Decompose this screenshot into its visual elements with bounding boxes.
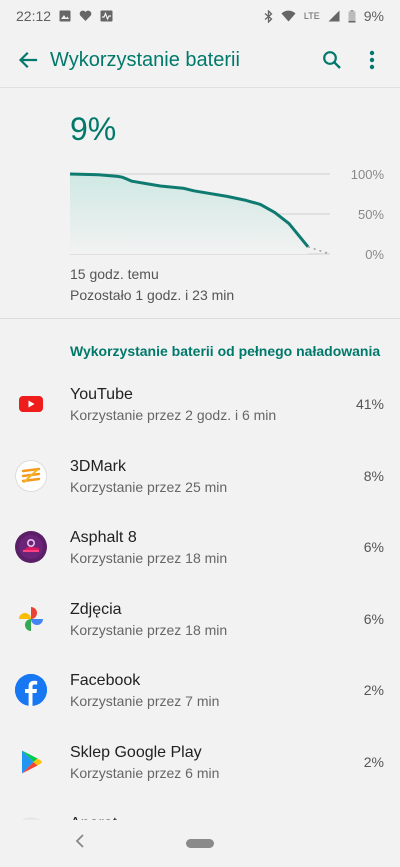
bluetooth-icon [264,9,273,23]
list-item-asphalt[interactable]: Asphalt 8 Korzystanie przez 18 min 6% [0,511,400,583]
gallery-notification-icon [59,10,71,22]
remaining-time-label: Pozostało 1 godz. i 23 min [70,287,235,303]
app-usage-time: Korzystanie przez 18 min [70,621,228,638]
nav-back-icon[interactable] [74,832,86,855]
app-usage-percent: 2% [363,682,384,698]
chart-y-tick-label: 50% [358,207,384,222]
battery-percentage: 9% [70,111,117,147]
section-divider [0,318,400,319]
app-name: Zdjęcia [70,600,122,618]
battery-usage-chart: 100% 50% 0% [69,167,385,262]
section-header: Wykorzystanie baterii od pełnego naładow… [70,343,381,359]
more-vert-icon[interactable] [356,44,388,76]
asphalt-icon [15,531,47,563]
app-usage-time: Korzystanie przez 18 min [70,550,228,566]
app-usage-time: Korzystanie przez 25 min [70,478,228,495]
cell-signal-icon [328,10,340,22]
search-icon[interactable] [316,44,348,76]
list-item-play-store[interactable]: Sklep Google Play Korzystanie przez 6 mi… [0,726,400,798]
battery-icon [348,9,356,23]
app-name: 3DMark [70,457,127,475]
app-name: Asphalt 8 [70,529,137,546]
app-bar-divider [0,87,400,88]
network-type-label: LTE [303,11,320,21]
chart-start-label: 15 godz. temu [70,266,159,282]
wifi-icon [281,10,296,22]
list-item-3dmark[interactable]: 3DMark Korzystanie przez 25 min 8% [0,440,400,512]
battery-percent-label: 9% [363,8,384,24]
play-store-icon [15,746,47,778]
facebook-icon [15,674,47,706]
app-usage-percent: 41% [355,396,384,412]
battery-summary: 9% 100% 50% 0% 15 godz. temu Pozostało 1 g… [0,89,400,319]
heart-notification-icon [79,10,92,22]
app-name: Sklep Google Play [70,743,202,761]
app-usage-percent: 6% [363,610,384,627]
app-bar: Wykorzystanie baterii [0,32,400,88]
navigation-bar [0,820,400,867]
app-name: Facebook [70,672,141,689]
app-usage-percent: 6% [363,539,384,555]
app-usage-time: Korzystanie przez 7 min [70,693,220,709]
chart-y-tick-label: 0% [365,247,384,262]
3dmark-icon [15,459,47,492]
app-usage-time: Korzystanie przez 6 min [70,764,220,781]
app-name: YouTube [70,386,133,403]
activity-notification-icon [100,10,113,22]
photos-icon [15,603,47,635]
app-usage-list: YouTube Korzystanie przez 2 godz. i 6 mi… [0,368,400,867]
app-usage-time: Korzystanie przez 2 godz. i 6 min [70,407,277,423]
arrow-back-icon[interactable] [12,44,44,76]
youtube-icon [15,388,47,420]
status-bar: 22:12 LTE 9% [0,0,400,32]
chart-area-fill [70,174,308,254]
status-time: 22:12 [16,8,52,24]
home-pill-icon[interactable] [186,839,214,848]
list-item-photos[interactable]: Zdjęcia Korzystanie przez 18 min 6% [0,583,400,655]
chart-y-tick-label: 100% [351,167,385,182]
app-usage-percent: 2% [363,753,384,770]
chart-projection-line [307,246,331,255]
list-item-facebook[interactable]: Facebook Korzystanie przez 7 min 2% [0,654,400,726]
app-usage-percent: 8% [363,467,384,484]
list-item-youtube[interactable]: YouTube Korzystanie przez 2 godz. i 6 mi… [0,368,400,440]
page-title: Wykorzystanie baterii [50,48,240,71]
